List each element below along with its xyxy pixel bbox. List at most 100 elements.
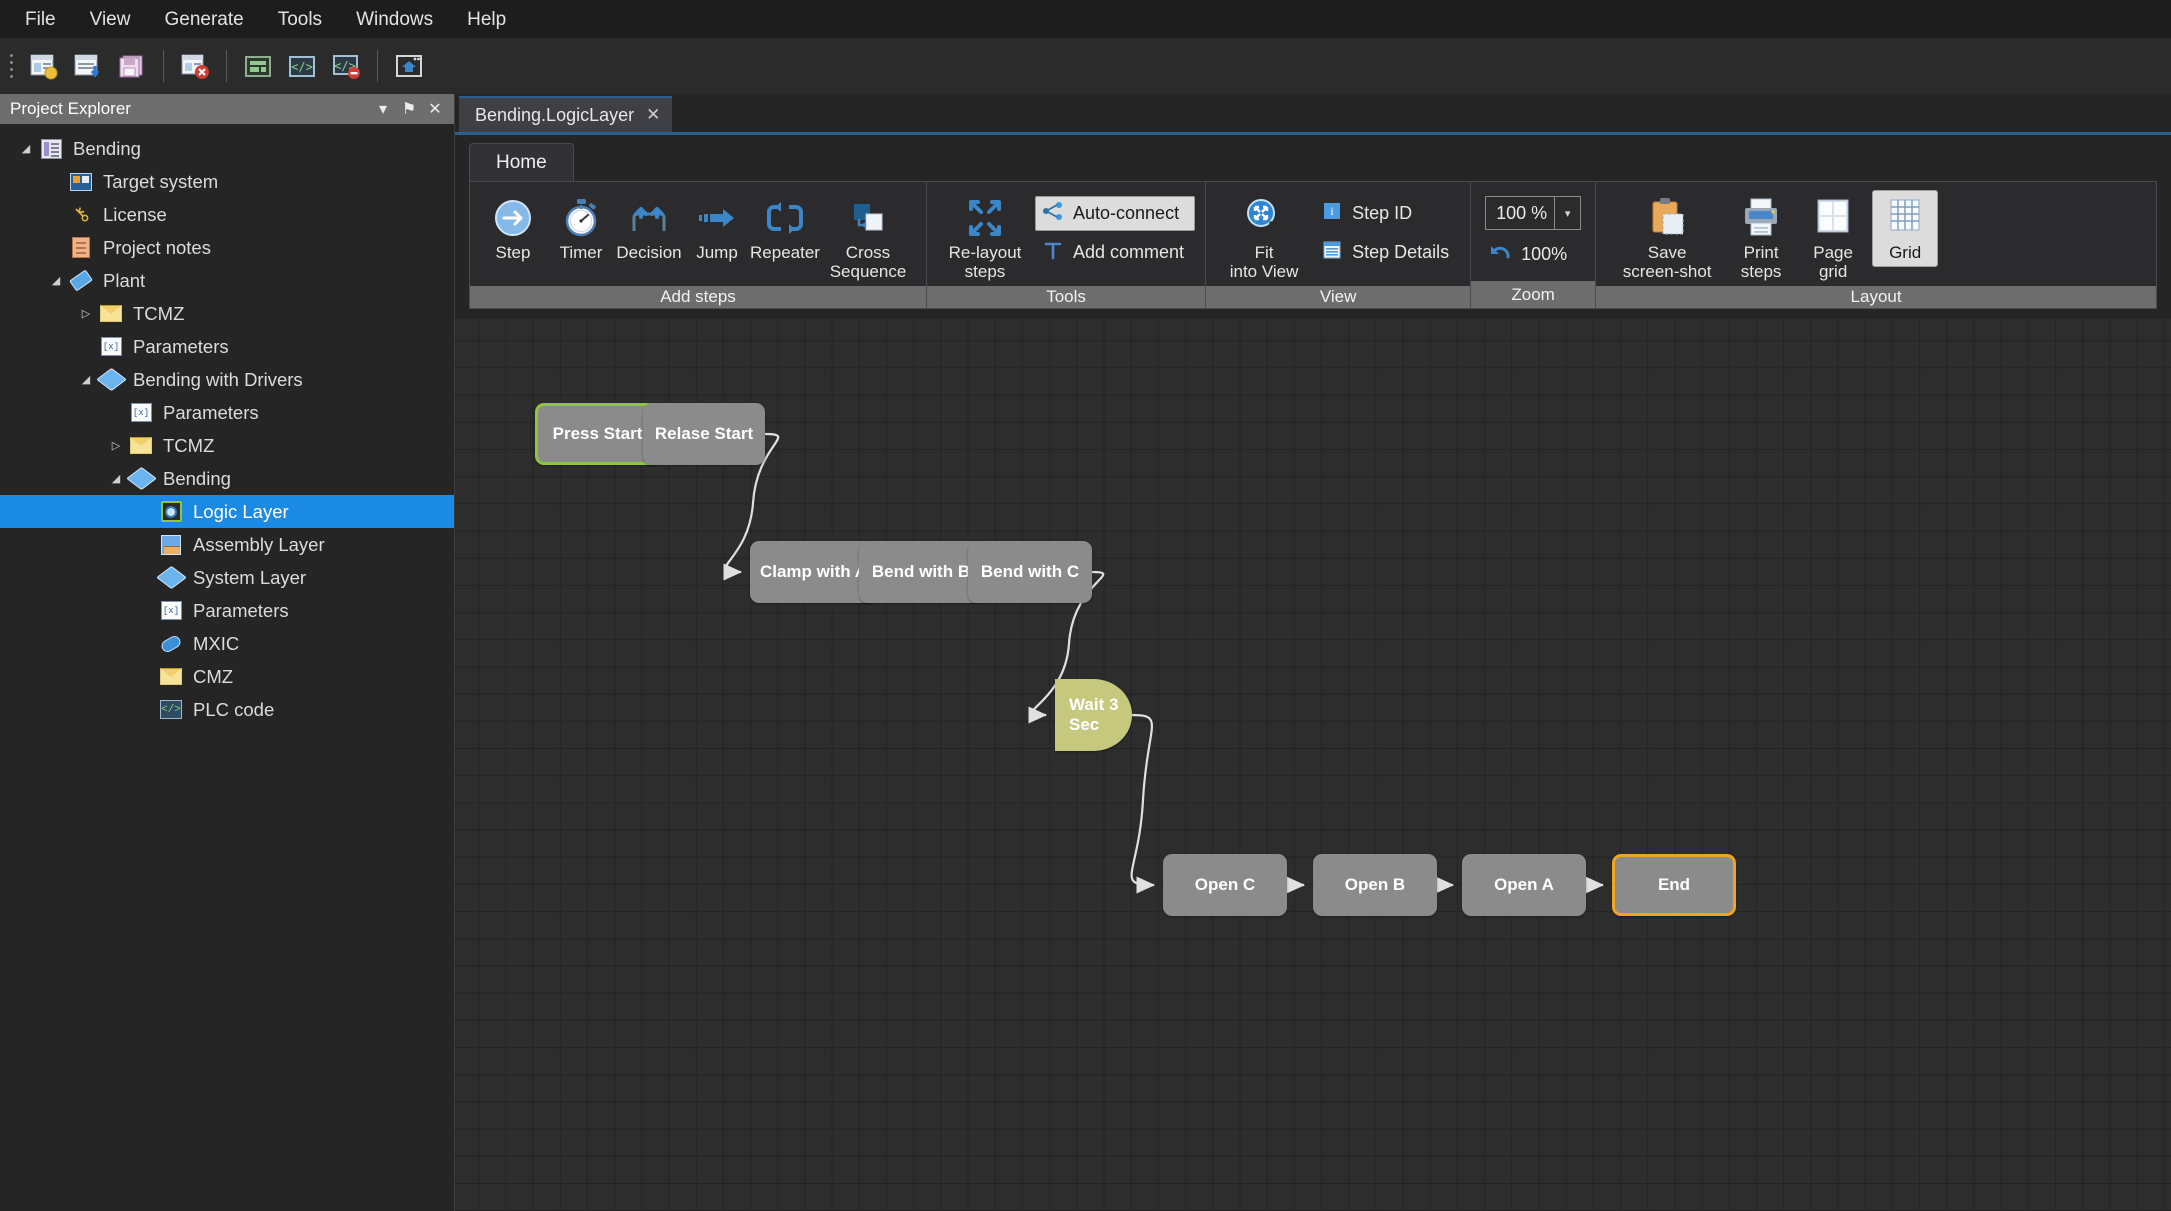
tree-item-bending-with-drivers[interactable]: ◢ Bending with Drivers [0,363,454,396]
flow-node-label: Relase Start [654,424,754,444]
message-folder-icon [98,303,124,325]
add-step-button[interactable]: Step [480,190,546,267]
new-project-icon[interactable] [22,44,66,88]
tree-item-license[interactable]: ⚷ License [0,198,454,231]
save-screenshot-button[interactable]: Save screen-shot [1612,190,1722,286]
expander-icon[interactable]: ◢ [44,274,68,287]
pin-icon[interactable]: ⚑ [396,97,422,121]
tree-item-label: Logic Layer [193,500,289,522]
flow-node-label: Open B [1344,875,1406,895]
ribbon-group-label-tools: Tools [927,286,1206,308]
home-icon[interactable] [387,44,431,88]
toolbar-grip[interactable] [6,49,16,83]
flow-node-relase-start[interactable]: Relase Start [643,403,765,465]
step-details-icon [1321,240,1343,265]
menu-item-tools[interactable]: Tools [261,4,339,35]
re-layout-steps-button[interactable]: Re-layout steps [937,190,1033,286]
tree-item-assembly-layer[interactable]: Assembly Layer [0,528,454,561]
fit-into-view-button[interactable]: Fit into View [1216,190,1312,286]
expander-icon[interactable]: ▷ [104,439,128,452]
reset-zoom-button[interactable]: 100% [1485,242,1567,267]
logic-layer-canvas[interactable]: Press Start Relase Start Clamp with A Bend … [455,319,2171,1211]
flow-node-label: Clamp with A [759,562,868,582]
tree-item-target-system[interactable]: Target system [0,165,454,198]
tree-item-logic-layer[interactable]: Logic Layer [0,495,454,528]
tree-item-bending[interactable]: ◢ Bending [0,132,454,165]
chevron-down-icon[interactable]: ▾ [1555,196,1582,230]
ribbon-tab-home[interactable]: Home [469,143,574,181]
page-grid-button[interactable]: Page grid [1800,190,1866,286]
step-details-toggle[interactable]: Step Details [1314,235,1460,270]
flow-node-bend-c[interactable]: Bend with C [968,541,1092,603]
repeater-icon [762,195,808,241]
logic-layer-icon [158,501,184,523]
tree-item-cmz[interactable]: CMZ [0,660,454,693]
menu-item-file[interactable]: File [8,4,73,35]
tree-item-label: System Layer [193,566,307,588]
tree-item-mxic[interactable]: MXIC [0,627,454,660]
add-jump-button[interactable]: Jump [684,190,750,267]
flow-node-clamp-a[interactable]: Clamp with A [750,541,877,603]
project-icon [38,138,64,160]
tree-item-tcmz[interactable]: ▷ TCMZ [0,429,454,462]
print-steps-button[interactable]: Print steps [1728,190,1794,286]
auto-connect-icon [1042,201,1064,226]
tree-item-bending[interactable]: ◢ Bending [0,462,454,495]
save-screenshot-icon [1644,195,1690,241]
expander-icon[interactable]: ◢ [14,142,38,155]
close-icon[interactable]: ✕ [422,97,448,121]
tree-item-plant[interactable]: ◢ Plant [0,264,454,297]
tree-item-label: Plant [103,269,146,291]
flow-node-open-b[interactable]: Open B [1313,854,1437,916]
delete-code-icon[interactable]: </> [324,44,368,88]
flow-node-label: Bend with C [980,562,1080,582]
step-id-toggle[interactable]: i Step ID [1314,196,1460,231]
dock-menu-icon[interactable]: ▾ [370,97,396,121]
tree-item-system-layer[interactable]: System Layer [0,561,454,594]
tree-item-project-notes[interactable]: Project notes [0,231,454,264]
add-timer-label: Timer [559,243,603,262]
add-cross-sequence-button[interactable]: Cross Sequence [820,190,916,286]
generate-code-icon[interactable]: </> [280,44,324,88]
flow-node-open-c[interactable]: Open C [1163,854,1287,916]
tree-item-label: PLC code [193,698,275,720]
tree-item-parameters[interactable]: [x] Parameters [0,396,454,429]
close-project-icon[interactable] [173,44,217,88]
add-timer-button[interactable]: Timer [548,190,614,267]
message-folder-icon [128,435,154,457]
flow-node-press-start[interactable]: Press Start [535,403,660,465]
tree-item-parameters[interactable]: [x] Parameters [0,594,454,627]
generate-layout-icon[interactable] [236,44,280,88]
expander-icon[interactable]: ◢ [104,472,128,485]
add-decision-button[interactable]: Decision [616,190,682,267]
tab-bending-logiclayer[interactable]: Bending.LogicLayer ✕ [459,96,673,132]
add-repeater-button[interactable]: Repeater [750,190,820,267]
menu-item-generate[interactable]: Generate [147,4,260,35]
ribbon-group-tools: Re-layout steps Auto-connect Add comment… [927,182,1207,308]
flow-node-open-a[interactable]: Open A [1462,854,1586,916]
expander-icon[interactable]: ▷ [74,307,98,320]
system-layer-icon [155,565,187,590]
tree-item-label: TCMZ [133,302,185,324]
tree-item-plc-code[interactable]: </> PLC code [0,693,454,726]
ribbon-group-label-zoom: Zoom [1471,281,1596,308]
zoom-level-combobox[interactable]: 100 % ▾ [1485,196,1582,230]
grid-toggle-button[interactable]: Grid [1872,190,1939,268]
tree-item-parameters[interactable]: [x] Parameters [0,330,454,363]
add-comment-label: Add comment [1073,242,1185,262]
flow-node-wait-3-sec[interactable]: Wait 3 Sec [1055,679,1132,751]
expander-icon[interactable]: ◢ [74,373,98,386]
menu-item-help[interactable]: Help [450,4,523,35]
flow-node-end[interactable]: End [1612,854,1736,916]
menu-item-view[interactable]: View [73,4,148,35]
zoom-level-value[interactable]: 100 % [1485,196,1556,230]
save-project-icon[interactable] [110,44,154,88]
tab-close-icon[interactable]: ✕ [646,105,660,125]
flow-node-bend-b[interactable]: Bend with B [859,541,983,603]
tree-item-tcmz[interactable]: ▷ TCMZ [0,297,454,330]
auto-connect-toggle[interactable]: Auto-connect [1035,196,1196,231]
menu-item-windows[interactable]: Windows [339,4,450,35]
add-step-label: Step [495,243,531,262]
open-project-icon[interactable] [66,44,110,88]
add-comment-button[interactable]: Add comment [1035,235,1195,270]
